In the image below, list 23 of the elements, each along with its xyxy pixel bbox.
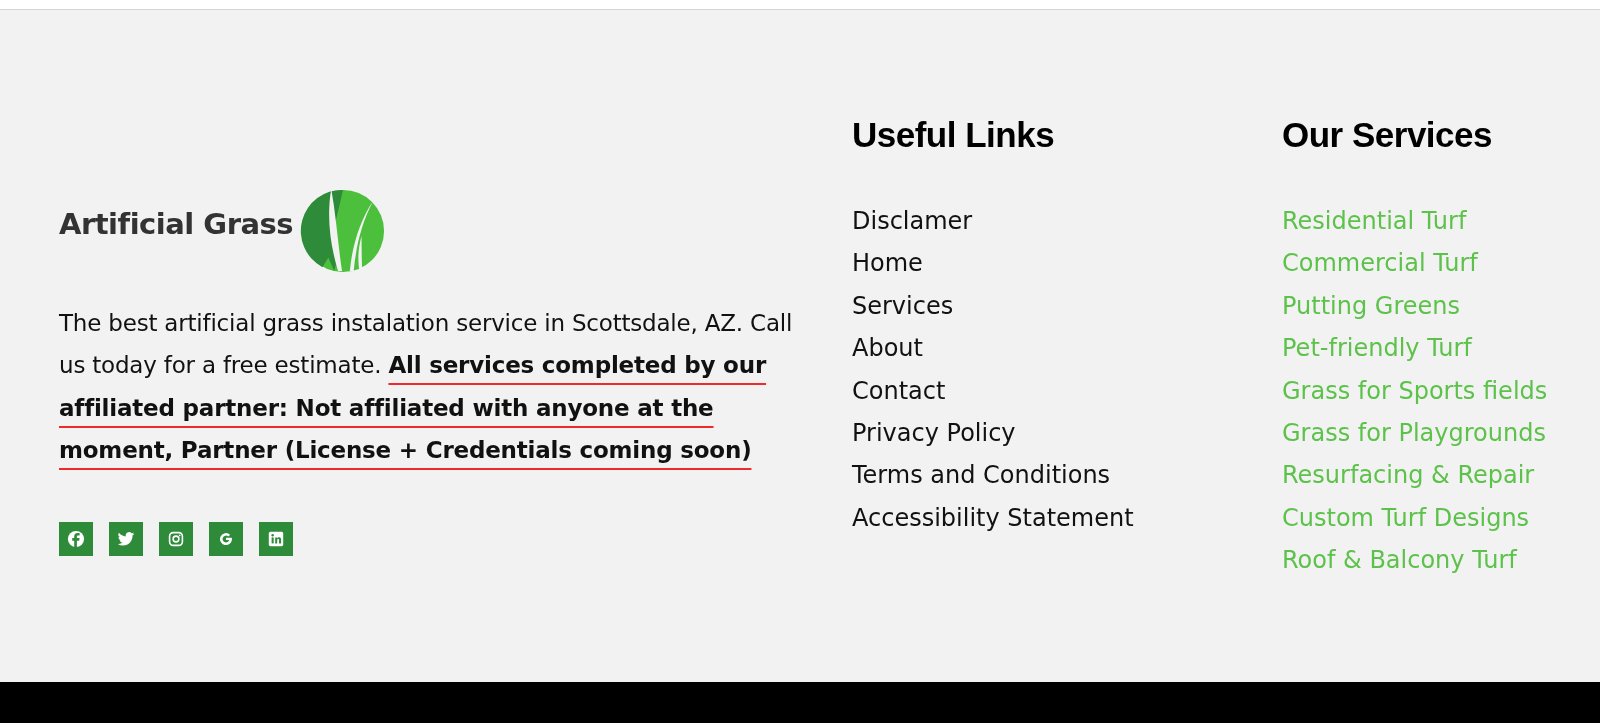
social-link[interactable] <box>259 521 293 556</box>
description-text: The best artificial grass instalation service in Scottsdale, AZ. Call us today for a free estimate. All services completed by our affiliated partner: Not affiliated with anyone at the moment, Partner (License + Credentials coming soon) <box>59 309 794 466</box>
bird-icon <box>117 529 135 548</box>
social-link[interactable] <box>209 521 243 556</box>
footer-link[interactable]: Contact <box>852 369 946 413</box>
footer-link[interactable]: Home <box>852 242 923 285</box>
footer-link[interactable]: Accessibility Statement <box>852 496 1134 540</box>
footer-link[interactable]: About <box>852 327 923 370</box>
column-heading: Useful Links <box>852 114 1056 156</box>
footer-link[interactable]: Disclamer <box>852 200 973 243</box>
social-link[interactable] <box>159 521 193 556</box>
footer-link[interactable]: Services <box>852 284 954 328</box>
g-letter-icon <box>218 530 234 547</box>
facebook-icon <box>67 529 85 548</box>
social-link[interactable] <box>59 521 93 556</box>
logo[interactable]: Artificial Grass <box>59 188 388 274</box>
footer-link[interactable]: Terms and Conditions <box>852 454 1111 497</box>
camera-icon <box>168 530 184 547</box>
column-heading: Our Services <box>1282 114 1493 156</box>
logo-text: Artificial Grass <box>59 207 294 241</box>
footer-link[interactable]: Privacy Policy <box>852 412 1016 455</box>
linkedin-icon <box>268 530 284 547</box>
social-link[interactable] <box>109 521 143 556</box>
